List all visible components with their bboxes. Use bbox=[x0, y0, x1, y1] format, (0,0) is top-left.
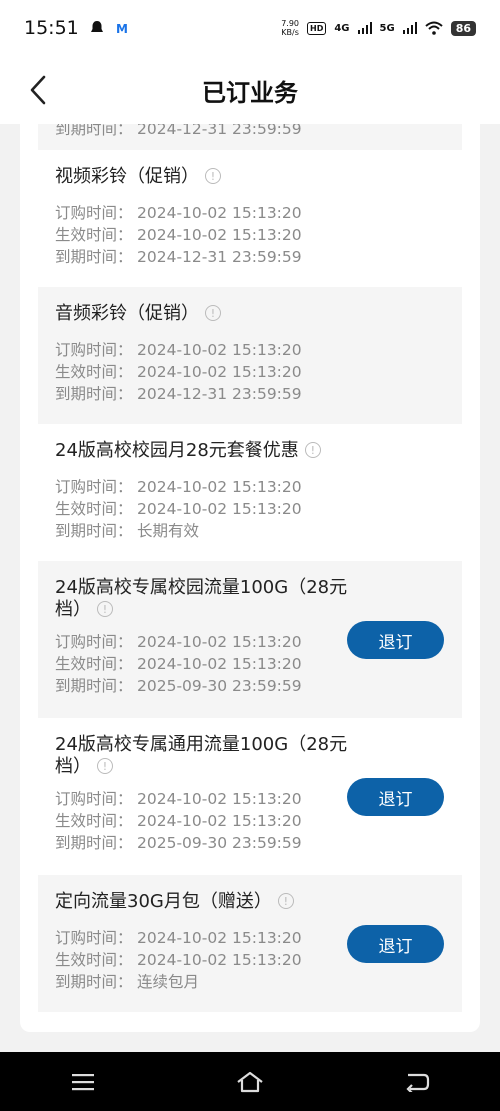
status-time: 15:51 bbox=[24, 17, 79, 39]
info-icon[interactable]: ! bbox=[205, 305, 221, 321]
effective-time-row: 生效时间： 2024-10-02 15:13:20 bbox=[55, 500, 302, 518]
expire-time-row: 到期时间： 连续包月 bbox=[55, 973, 200, 991]
system-nav-bar bbox=[0, 1052, 500, 1111]
signal-icon bbox=[357, 22, 372, 34]
home-icon bbox=[237, 1071, 263, 1092]
wifi-icon bbox=[425, 21, 443, 35]
service-card: 24版高校专属通用流量100G（28元档）! 订购时间： 2024-10-02 1… bbox=[38, 718, 462, 875]
menu-button[interactable] bbox=[53, 1062, 113, 1102]
unsubscribe-button[interactable]: 退订 bbox=[347, 621, 444, 659]
service-name: 24版高校专属校园流量100G（28元档）! bbox=[55, 577, 348, 620]
expire-time-row: 到期时间： 2024-12-31 23:59:59 bbox=[55, 248, 302, 266]
service-name: 定向流量30G月包（赠送）! bbox=[55, 891, 355, 913]
service-name: 24版高校校园月28元套餐优惠! bbox=[55, 440, 435, 462]
home-button[interactable] bbox=[220, 1062, 280, 1102]
notification-icon bbox=[90, 21, 103, 32]
service-list-panel: 到期时间： 2024-12-31 23:59:59 视频彩铃（促销）! 订购时间：… bbox=[20, 124, 480, 1032]
page-title: 已订业务 bbox=[202, 78, 298, 107]
service-card: 24版高校校园月28元套餐优惠! 订购时间： 2024-10-02 15:13:2… bbox=[38, 424, 462, 561]
back-button[interactable] bbox=[18, 66, 58, 114]
svg-text:M: M bbox=[116, 22, 128, 35]
service-name: 音频彩铃（促销）! bbox=[55, 303, 355, 325]
expire-time-row: 到期时间： 2024-12-31 23:59:59 bbox=[55, 385, 302, 403]
app-m-icon: M bbox=[116, 22, 128, 35]
order-time-row: 订购时间： 2024-10-02 15:13:20 bbox=[55, 204, 302, 222]
info-icon[interactable]: ! bbox=[205, 168, 221, 184]
menu-icon bbox=[72, 1073, 95, 1090]
back-nav-button[interactable] bbox=[387, 1062, 447, 1102]
info-icon[interactable]: ! bbox=[97, 601, 113, 617]
expire-time-row: 到期时间： 2025-09-30 23:59:59 bbox=[55, 677, 302, 695]
service-name: 视频彩铃（促销）! bbox=[55, 166, 355, 188]
expire-time-row: 到期时间： 长期有效 bbox=[55, 522, 200, 540]
service-card: 24版高校专属校园流量100G（28元档）! 订购时间： 2024-10-02 1… bbox=[38, 561, 462, 718]
net-5g-label: 5G bbox=[379, 22, 395, 34]
info-icon[interactable]: ! bbox=[304, 442, 321, 458]
service-card: 定向流量30G月包（赠送）! 订购时间： 2024-10-02 15:13:20 … bbox=[38, 875, 462, 1012]
service-list-scroll[interactable]: 到期时间： 2024-12-31 23:59:59 视频彩铃（促销）! 订购时间：… bbox=[0, 124, 500, 1052]
service-card: 音频彩铃（促销）! 订购时间： 2024-10-02 15:13:20 生效时间：… bbox=[38, 287, 462, 424]
page-header: 已订业务 bbox=[0, 56, 500, 124]
unsubscribe-button[interactable]: 退订 bbox=[347, 925, 444, 963]
service-name: 24版高校专属通用流量100G（28元档）! bbox=[55, 734, 348, 777]
hd-icon: HD bbox=[307, 21, 327, 35]
service-card: 视频彩铃（促销）! 订购时间： 2024-10-02 15:13:20 生效时间：… bbox=[38, 150, 462, 287]
effective-time-row: 生效时间： 2024-10-02 15:13:20 bbox=[55, 363, 302, 381]
battery-level: 86 bbox=[450, 20, 476, 36]
expire-row: 到期时间： 2024-12-31 23:59:59 bbox=[55, 124, 302, 138]
expire-time-row: 到期时间： 2025-09-30 23:59:59 bbox=[55, 834, 302, 852]
network-speed: 7.90 KB/s bbox=[281, 19, 299, 37]
order-time-row: 订购时间： 2024-10-02 15:13:20 bbox=[55, 478, 302, 496]
unsubscribe-button[interactable]: 退订 bbox=[347, 778, 444, 816]
status-bar: 15:51 M 7.90 KB/s HD 4G 5G 86 bbox=[0, 0, 500, 56]
return-icon bbox=[406, 1073, 429, 1092]
signal-icon bbox=[402, 22, 417, 34]
effective-time-row: 生效时间： 2024-10-02 15:13:20 bbox=[55, 226, 302, 244]
chevron-left-icon bbox=[30, 75, 46, 105]
net-4g-label: 4G bbox=[334, 22, 350, 34]
info-icon[interactable]: ! bbox=[97, 758, 113, 774]
service-card-partial: 到期时间： 2024-12-31 23:59:59 bbox=[38, 124, 462, 150]
order-time-row: 订购时间： 2024-10-02 15:13:20 bbox=[55, 341, 302, 359]
info-icon[interactable]: ! bbox=[277, 893, 294, 909]
